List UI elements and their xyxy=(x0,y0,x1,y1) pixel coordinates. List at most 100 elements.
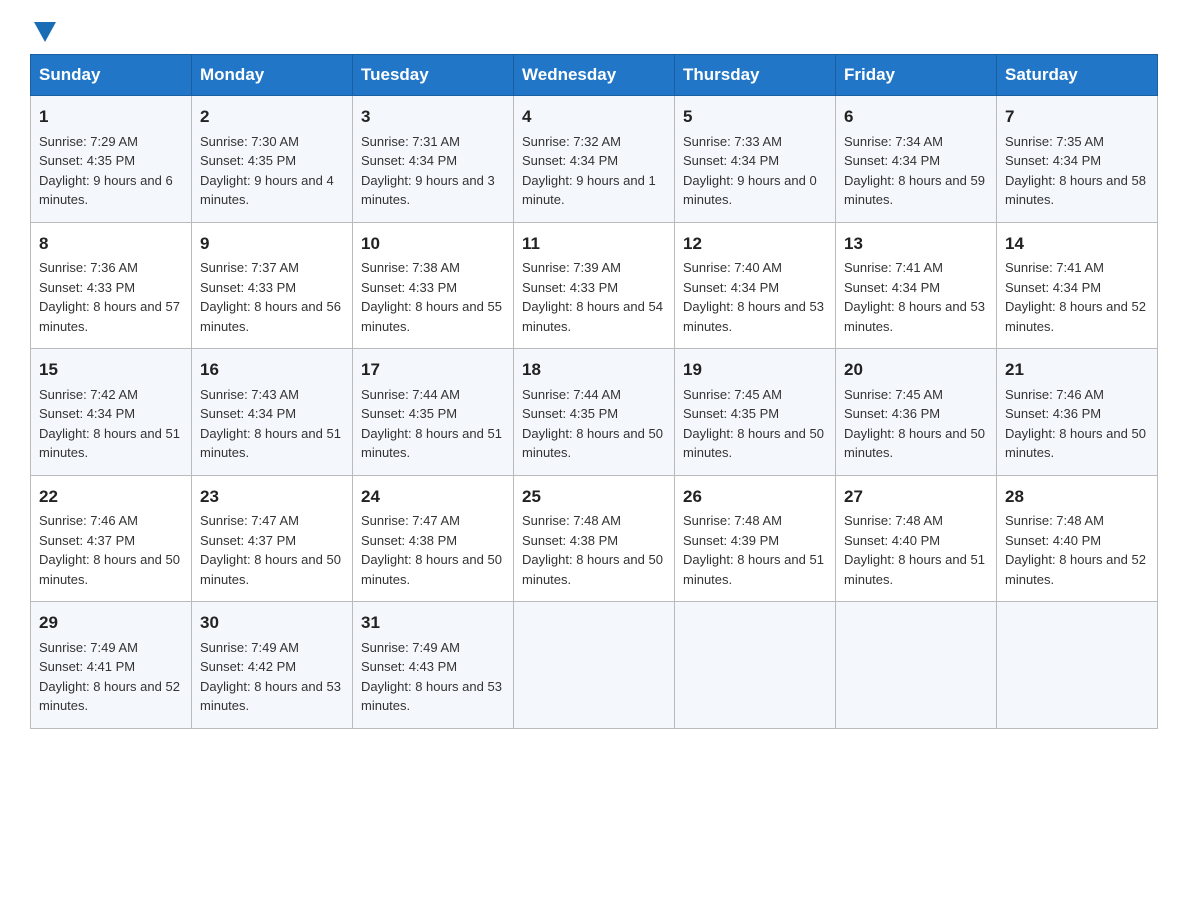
day-info: Sunrise: 7:48 AMSunset: 4:40 PMDaylight:… xyxy=(1005,513,1146,587)
day-info: Sunrise: 7:34 AMSunset: 4:34 PMDaylight:… xyxy=(844,134,985,208)
day-number: 28 xyxy=(1005,484,1149,510)
calendar-cell: 18 Sunrise: 7:44 AMSunset: 4:35 PMDaylig… xyxy=(514,349,675,476)
day-info: Sunrise: 7:49 AMSunset: 4:41 PMDaylight:… xyxy=(39,640,180,714)
day-number: 21 xyxy=(1005,357,1149,383)
day-number: 13 xyxy=(844,231,988,257)
calendar-week-row: 15 Sunrise: 7:42 AMSunset: 4:34 PMDaylig… xyxy=(31,349,1158,476)
day-number: 2 xyxy=(200,104,344,130)
day-number: 3 xyxy=(361,104,505,130)
calendar-week-row: 29 Sunrise: 7:49 AMSunset: 4:41 PMDaylig… xyxy=(31,602,1158,729)
day-number: 5 xyxy=(683,104,827,130)
calendar-cell: 25 Sunrise: 7:48 AMSunset: 4:38 PMDaylig… xyxy=(514,475,675,602)
day-info: Sunrise: 7:46 AMSunset: 4:36 PMDaylight:… xyxy=(1005,387,1146,461)
day-header-friday: Friday xyxy=(836,55,997,96)
day-number: 25 xyxy=(522,484,666,510)
calendar-cell: 2 Sunrise: 7:30 AMSunset: 4:35 PMDayligh… xyxy=(192,96,353,223)
day-info: Sunrise: 7:32 AMSunset: 4:34 PMDaylight:… xyxy=(522,134,656,208)
day-number: 16 xyxy=(200,357,344,383)
day-info: Sunrise: 7:43 AMSunset: 4:34 PMDaylight:… xyxy=(200,387,341,461)
day-info: Sunrise: 7:48 AMSunset: 4:40 PMDaylight:… xyxy=(844,513,985,587)
day-info: Sunrise: 7:47 AMSunset: 4:37 PMDaylight:… xyxy=(200,513,341,587)
calendar-cell: 19 Sunrise: 7:45 AMSunset: 4:35 PMDaylig… xyxy=(675,349,836,476)
logo-triangle-icon xyxy=(34,22,56,44)
calendar-cell: 26 Sunrise: 7:48 AMSunset: 4:39 PMDaylig… xyxy=(675,475,836,602)
calendar-cell: 8 Sunrise: 7:36 AMSunset: 4:33 PMDayligh… xyxy=(31,222,192,349)
calendar-cell: 3 Sunrise: 7:31 AMSunset: 4:34 PMDayligh… xyxy=(353,96,514,223)
calendar-week-row: 8 Sunrise: 7:36 AMSunset: 4:33 PMDayligh… xyxy=(31,222,1158,349)
day-number: 18 xyxy=(522,357,666,383)
calendar-cell: 28 Sunrise: 7:48 AMSunset: 4:40 PMDaylig… xyxy=(997,475,1158,602)
day-number: 14 xyxy=(1005,231,1149,257)
day-info: Sunrise: 7:30 AMSunset: 4:35 PMDaylight:… xyxy=(200,134,334,208)
day-info: Sunrise: 7:37 AMSunset: 4:33 PMDaylight:… xyxy=(200,260,341,334)
calendar-week-row: 1 Sunrise: 7:29 AMSunset: 4:35 PMDayligh… xyxy=(31,96,1158,223)
day-number: 11 xyxy=(522,231,666,257)
day-number: 10 xyxy=(361,231,505,257)
calendar-body: 1 Sunrise: 7:29 AMSunset: 4:35 PMDayligh… xyxy=(31,96,1158,729)
day-header-wednesday: Wednesday xyxy=(514,55,675,96)
calendar-header-row: SundayMondayTuesdayWednesdayThursdayFrid… xyxy=(31,55,1158,96)
calendar-cell: 14 Sunrise: 7:41 AMSunset: 4:34 PMDaylig… xyxy=(997,222,1158,349)
calendar-cell: 10 Sunrise: 7:38 AMSunset: 4:33 PMDaylig… xyxy=(353,222,514,349)
day-number: 30 xyxy=(200,610,344,636)
day-number: 1 xyxy=(39,104,183,130)
day-info: Sunrise: 7:46 AMSunset: 4:37 PMDaylight:… xyxy=(39,513,180,587)
calendar-cell: 11 Sunrise: 7:39 AMSunset: 4:33 PMDaylig… xyxy=(514,222,675,349)
day-header-monday: Monday xyxy=(192,55,353,96)
day-header-tuesday: Tuesday xyxy=(353,55,514,96)
calendar-cell: 24 Sunrise: 7:47 AMSunset: 4:38 PMDaylig… xyxy=(353,475,514,602)
day-number: 19 xyxy=(683,357,827,383)
day-number: 26 xyxy=(683,484,827,510)
day-info: Sunrise: 7:48 AMSunset: 4:39 PMDaylight:… xyxy=(683,513,824,587)
day-number: 8 xyxy=(39,231,183,257)
day-info: Sunrise: 7:36 AMSunset: 4:33 PMDaylight:… xyxy=(39,260,180,334)
calendar-cell: 17 Sunrise: 7:44 AMSunset: 4:35 PMDaylig… xyxy=(353,349,514,476)
page-header xyxy=(30,20,1158,44)
day-info: Sunrise: 7:42 AMSunset: 4:34 PMDaylight:… xyxy=(39,387,180,461)
day-info: Sunrise: 7:47 AMSunset: 4:38 PMDaylight:… xyxy=(361,513,502,587)
calendar-cell: 12 Sunrise: 7:40 AMSunset: 4:34 PMDaylig… xyxy=(675,222,836,349)
calendar-cell: 30 Sunrise: 7:49 AMSunset: 4:42 PMDaylig… xyxy=(192,602,353,729)
day-number: 12 xyxy=(683,231,827,257)
day-number: 17 xyxy=(361,357,505,383)
day-number: 7 xyxy=(1005,104,1149,130)
calendar-cell xyxy=(514,602,675,729)
day-info: Sunrise: 7:29 AMSunset: 4:35 PMDaylight:… xyxy=(39,134,173,208)
calendar-cell: 27 Sunrise: 7:48 AMSunset: 4:40 PMDaylig… xyxy=(836,475,997,602)
day-header-thursday: Thursday xyxy=(675,55,836,96)
day-number: 29 xyxy=(39,610,183,636)
calendar-cell: 22 Sunrise: 7:46 AMSunset: 4:37 PMDaylig… xyxy=(31,475,192,602)
day-info: Sunrise: 7:44 AMSunset: 4:35 PMDaylight:… xyxy=(522,387,663,461)
day-number: 20 xyxy=(844,357,988,383)
calendar-cell: 23 Sunrise: 7:47 AMSunset: 4:37 PMDaylig… xyxy=(192,475,353,602)
day-info: Sunrise: 7:44 AMSunset: 4:35 PMDaylight:… xyxy=(361,387,502,461)
day-info: Sunrise: 7:35 AMSunset: 4:34 PMDaylight:… xyxy=(1005,134,1146,208)
day-number: 9 xyxy=(200,231,344,257)
calendar-cell: 20 Sunrise: 7:45 AMSunset: 4:36 PMDaylig… xyxy=(836,349,997,476)
day-number: 27 xyxy=(844,484,988,510)
day-info: Sunrise: 7:40 AMSunset: 4:34 PMDaylight:… xyxy=(683,260,824,334)
calendar-cell: 29 Sunrise: 7:49 AMSunset: 4:41 PMDaylig… xyxy=(31,602,192,729)
calendar-cell xyxy=(997,602,1158,729)
calendar-cell: 5 Sunrise: 7:33 AMSunset: 4:34 PMDayligh… xyxy=(675,96,836,223)
day-header-sunday: Sunday xyxy=(31,55,192,96)
day-header-saturday: Saturday xyxy=(997,55,1158,96)
calendar-cell: 15 Sunrise: 7:42 AMSunset: 4:34 PMDaylig… xyxy=(31,349,192,476)
day-info: Sunrise: 7:31 AMSunset: 4:34 PMDaylight:… xyxy=(361,134,495,208)
day-number: 22 xyxy=(39,484,183,510)
day-number: 6 xyxy=(844,104,988,130)
day-number: 24 xyxy=(361,484,505,510)
day-number: 31 xyxy=(361,610,505,636)
day-info: Sunrise: 7:45 AMSunset: 4:36 PMDaylight:… xyxy=(844,387,985,461)
calendar-cell: 13 Sunrise: 7:41 AMSunset: 4:34 PMDaylig… xyxy=(836,222,997,349)
day-info: Sunrise: 7:48 AMSunset: 4:38 PMDaylight:… xyxy=(522,513,663,587)
day-info: Sunrise: 7:45 AMSunset: 4:35 PMDaylight:… xyxy=(683,387,824,461)
calendar-cell xyxy=(675,602,836,729)
day-number: 23 xyxy=(200,484,344,510)
calendar-cell: 7 Sunrise: 7:35 AMSunset: 4:34 PMDayligh… xyxy=(997,96,1158,223)
calendar-cell: 1 Sunrise: 7:29 AMSunset: 4:35 PMDayligh… xyxy=(31,96,192,223)
calendar-cell: 4 Sunrise: 7:32 AMSunset: 4:34 PMDayligh… xyxy=(514,96,675,223)
calendar-cell xyxy=(836,602,997,729)
calendar-cell: 31 Sunrise: 7:49 AMSunset: 4:43 PMDaylig… xyxy=(353,602,514,729)
calendar-week-row: 22 Sunrise: 7:46 AMSunset: 4:37 PMDaylig… xyxy=(31,475,1158,602)
